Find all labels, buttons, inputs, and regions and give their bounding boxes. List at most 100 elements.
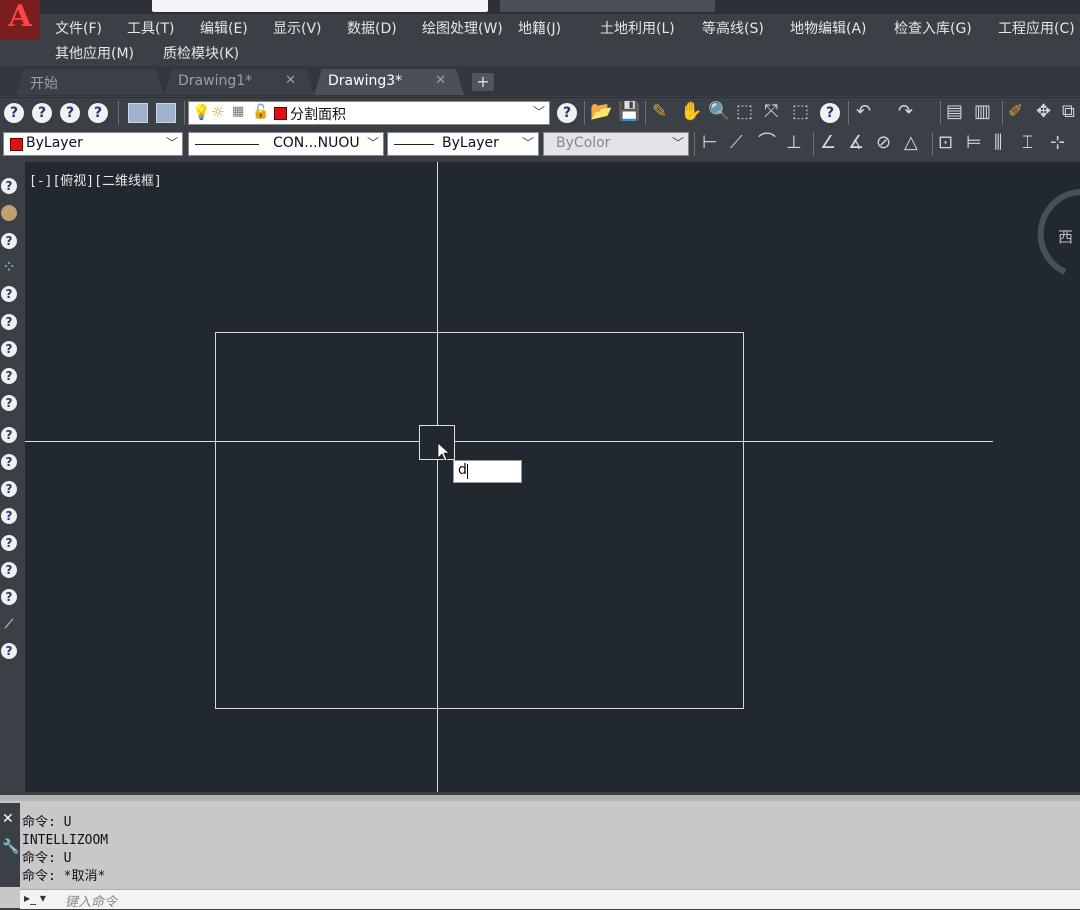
help-icon[interactable]: ? xyxy=(557,103,577,123)
help-icon[interactable]: ? xyxy=(1,508,17,524)
dimension-space-icon[interactable]: ⌶ xyxy=(1022,133,1033,153)
help-icon[interactable]: ? xyxy=(60,103,80,123)
history-line: 命令: U xyxy=(22,815,72,830)
properties-icon[interactable]: ▤ xyxy=(946,102,963,122)
dimension-break-icon[interactable]: ⊹ xyxy=(1050,133,1065,153)
lineweight-dropdown[interactable]: ByLayer ﹀ xyxy=(387,132,539,156)
menu-land-use[interactable]: 土地利用(L) xyxy=(600,18,675,38)
help-icon[interactable]: ? xyxy=(1,178,17,194)
open-folder-icon[interactable]: 📂 xyxy=(590,102,612,122)
linear-dimension-icon[interactable]: ⊢ xyxy=(702,133,718,153)
menu-data[interactable]: 数据(D) xyxy=(347,18,397,38)
angular-dimension-icon[interactable]: △ xyxy=(904,133,918,153)
command-window-grip[interactable] xyxy=(0,795,1080,801)
layer-manager-icon[interactable] xyxy=(128,103,148,123)
viewcube-compass-west[interactable]: 西 xyxy=(1058,226,1073,247)
history-line: 命令: U xyxy=(22,851,72,866)
menu-check-import[interactable]: 检查入库(G) xyxy=(894,18,972,38)
close-icon[interactable]: ✕ xyxy=(2,811,14,827)
aligned-dimension-icon[interactable]: ⟋ xyxy=(730,133,743,153)
quick-dimension-icon[interactable]: ⊡ xyxy=(938,133,953,153)
layer-dropdown[interactable]: 💡 ☼ ▦ 🔓 分割面积 ﹀ xyxy=(188,101,550,125)
history-line: INTELLIZOOM xyxy=(22,833,109,848)
help-icon[interactable]: ? xyxy=(1,233,17,249)
tab-start[interactable]: 开始 xyxy=(16,69,164,95)
continue-dimension-icon[interactable]: ⫼ xyxy=(994,133,1002,153)
pan-hand-icon[interactable]: ✋ xyxy=(680,102,702,122)
drawing-canvas[interactable]: d 西 xyxy=(25,162,1080,792)
baseline-dimension-icon[interactable]: ⊨ xyxy=(966,133,982,153)
menu-engineering[interactable]: 工程应用(C) xyxy=(998,18,1075,38)
command-input[interactable] xyxy=(20,889,1080,909)
ordinate-dimension-icon[interactable]: ⊥ xyxy=(786,133,802,153)
help-icon[interactable]: ? xyxy=(1,368,17,384)
nodes-icon[interactable]: ⁘ xyxy=(1,259,17,275)
zoom-extents-icon[interactable]: ⤧ xyxy=(764,102,778,122)
diameter-dimension-icon[interactable]: ⊘ xyxy=(876,133,891,153)
help-icon[interactable]: ? xyxy=(1,589,17,605)
rectangle-entity[interactable] xyxy=(215,332,744,709)
help-icon[interactable]: ? xyxy=(1,427,17,443)
help-icon[interactable]: ? xyxy=(1,535,17,551)
zoom-realtime-icon[interactable]: 🔍 xyxy=(708,102,730,122)
help-icon[interactable]: ? xyxy=(1,286,17,302)
help-icon[interactable]: ? xyxy=(1,341,17,357)
radius-dimension-icon[interactable]: ∠ xyxy=(820,133,836,153)
left-tool-palette: ? ? ⁘ ? ? ? ? ? ? ? ? ? ? ? ? ⟋ ? xyxy=(0,163,20,793)
menu-file[interactable]: 文件(F) xyxy=(55,18,102,38)
help-icon[interactable]: ? xyxy=(32,103,52,123)
eraser-icon[interactable]: ✎ xyxy=(652,102,667,122)
command-prompt-icon[interactable]: ▸_ ▾ xyxy=(24,891,46,905)
help-icon[interactable]: ? xyxy=(1,481,17,497)
undo-icon[interactable]: ↶ xyxy=(856,102,871,122)
help-icon[interactable]: ? xyxy=(4,103,24,123)
jogged-dimension-icon[interactable]: ∡ xyxy=(848,133,864,153)
close-icon[interactable]: ✕ xyxy=(285,73,296,88)
line-tool-icon[interactable]: ⟋ xyxy=(1,616,17,632)
move-icon[interactable]: ✥ xyxy=(1036,102,1051,122)
menu-display[interactable]: 显示(V) xyxy=(273,18,322,38)
toolbar-divider xyxy=(184,101,185,125)
menu-quality-check[interactable]: 质检模块(K) xyxy=(163,43,239,63)
color-dropdown[interactable]: ByLayer ﹀ xyxy=(3,132,183,156)
search-box[interactable] xyxy=(500,0,715,12)
copy-icon[interactable]: ⧉ xyxy=(1062,102,1075,122)
help-icon[interactable]: ? xyxy=(88,103,108,123)
help-icon[interactable]: ? xyxy=(1,562,17,578)
tab-drawing3[interactable]: Drawing3* ✕ xyxy=(314,69,464,95)
menu-cadastre[interactable]: 地籍(J) xyxy=(518,18,561,38)
menu-edit[interactable]: 编辑(E) xyxy=(200,18,248,38)
dynamic-input-box[interactable]: d xyxy=(453,460,522,483)
new-tab-button[interactable]: + xyxy=(472,73,494,91)
zoom-previous-icon[interactable]: ⬚ xyxy=(792,102,809,122)
help-icon[interactable]: ? xyxy=(1,643,17,659)
arc-length-icon[interactable]: ⌒ xyxy=(758,133,776,153)
wrench-icon[interactable]: 🔧 xyxy=(2,839,19,855)
design-center-icon[interactable]: ▥ xyxy=(974,102,991,122)
app-menu-button[interactable]: A xyxy=(0,0,40,40)
menu-tools[interactable]: 工具(T) xyxy=(127,18,174,38)
color-value: ByLayer xyxy=(26,135,83,151)
help-icon[interactable]: ? xyxy=(1,454,17,470)
tool-icon[interactable] xyxy=(1,205,17,221)
menu-contour[interactable]: 等高线(S) xyxy=(702,18,764,38)
help-icon[interactable]: ? xyxy=(820,103,840,123)
zoom-window-icon[interactable]: ⬚ xyxy=(736,102,753,122)
redo-icon[interactable]: ↷ xyxy=(898,102,913,122)
toolbar-divider xyxy=(813,132,814,156)
menu-drawing-process[interactable]: 绘图处理(W) xyxy=(422,18,503,38)
save-icon[interactable]: 💾 xyxy=(618,102,640,122)
help-icon[interactable]: ? xyxy=(1,395,17,411)
layer-states-icon[interactable] xyxy=(156,103,176,123)
tab-drawing1[interactable]: Drawing1* ✕ xyxy=(164,69,314,95)
plotstyle-dropdown[interactable]: ByColor ﹀ xyxy=(543,132,689,156)
menu-feature-edit[interactable]: 地物编辑(A) xyxy=(790,18,867,38)
linetype-dropdown[interactable]: CON...NUOU ﹀ xyxy=(188,132,384,156)
command-history: 命令: U INTELLIZOOM 命令: U 命令: *取消* xyxy=(22,814,108,886)
close-icon[interactable]: ✕ xyxy=(435,73,446,88)
help-icon[interactable]: ? xyxy=(1,314,17,330)
menu-other-apps[interactable]: 其他应用(M) xyxy=(55,43,134,63)
chevron-down-icon: ﹀ xyxy=(521,136,534,150)
brush-icon[interactable]: ✐ xyxy=(1008,102,1023,122)
viewport-controls-label[interactable]: [-][俯视][二维线框] xyxy=(29,170,162,189)
